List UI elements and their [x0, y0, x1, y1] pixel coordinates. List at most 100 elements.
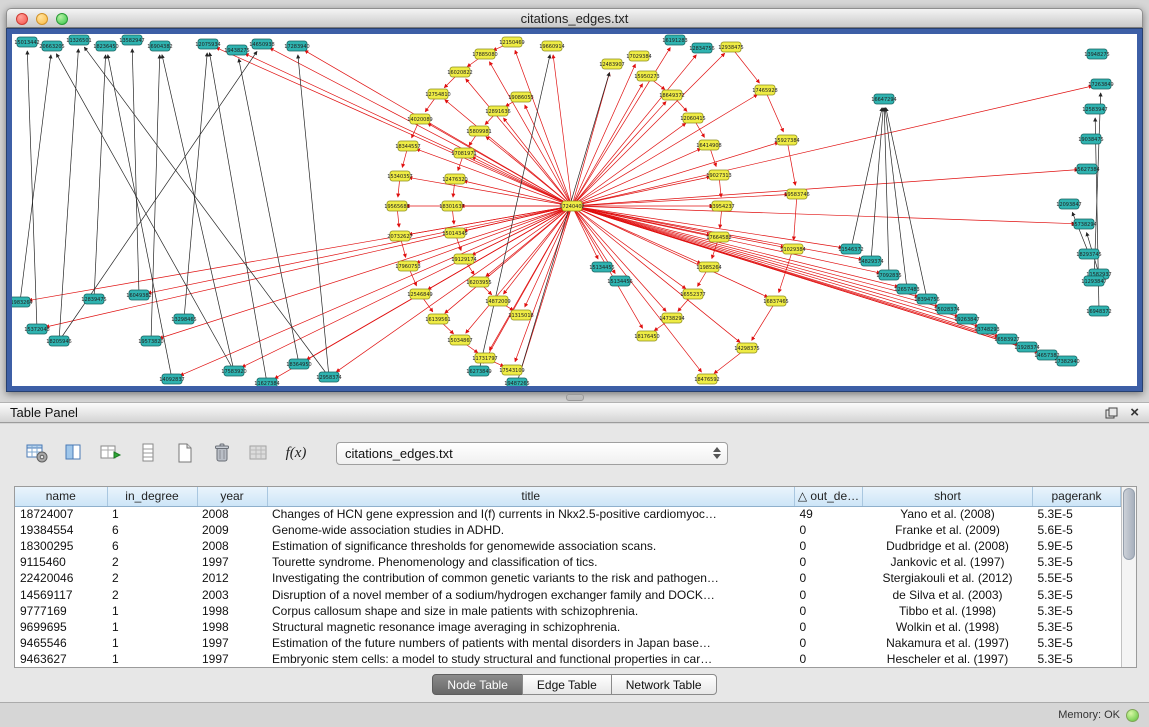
graph-node[interactable]: 11928374 [1014, 342, 1039, 352]
scrollbar-thumb[interactable] [1123, 488, 1135, 560]
graph-node[interactable]: 13954237 [709, 201, 734, 211]
graph-node[interactable]: 15028374 [934, 304, 959, 314]
graph-node[interactable]: 13582947 [119, 35, 144, 45]
tab-node-table[interactable]: Node Table [432, 674, 523, 695]
graph-node[interactable]: 20732627 [387, 231, 412, 241]
graph-node[interactable]: 15927384 [774, 135, 799, 145]
graph-node[interactable]: 18293745 [1076, 249, 1101, 259]
table-settings-icon[interactable] [24, 441, 50, 465]
table-row[interactable]: 969969511998Structural magnetic resonanc… [15, 619, 1121, 635]
graph-node[interactable]: 15013442 [14, 37, 39, 47]
graph-node[interactable]: 14020089 [407, 114, 432, 124]
graph-node[interactable]: 15034867 [447, 335, 472, 345]
graph-node[interactable]: 12754810 [425, 89, 450, 99]
graph-node[interactable]: 19129174 [451, 254, 476, 264]
graph-node[interactable]: 16020822 [447, 67, 472, 77]
graph-node[interactable]: 16837465 [763, 296, 788, 306]
graph-node[interactable]: 17583920 [221, 366, 246, 376]
graph-node[interactable]: 18344557 [395, 141, 420, 151]
graph-node[interactable]: 18364950 [286, 359, 311, 369]
graph-node[interactable]: 14298375 [734, 343, 759, 353]
graph-node[interactable]: 15134455 [589, 262, 614, 272]
network-canvas[interactable]: 1724040212150469178850801602082212754810… [12, 34, 1137, 386]
graph-node[interactable]: 17885080 [472, 49, 497, 59]
graph-node[interactable]: 11731797 [472, 353, 497, 363]
column-header-6[interactable]: pagerank [1033, 487, 1121, 506]
graph-node[interactable]: 17960753 [395, 261, 420, 271]
graph-node[interactable]: 17263849 [1088, 79, 1113, 89]
graph-node[interactable]: 11546372 [838, 244, 863, 254]
graph-node[interactable]: 15950273 [634, 71, 659, 81]
graph-node[interactable]: 12150469 [499, 37, 524, 47]
column-header-1[interactable]: in_degree [107, 487, 197, 506]
table-row[interactable]: 1938455462009Genome-wide association stu… [15, 522, 1121, 538]
graph-node[interactable]: 16191283 [662, 35, 687, 45]
column-header-4[interactable]: △ out_de… [795, 487, 863, 506]
graph-node[interactable]: 19565683 [384, 201, 409, 211]
graph-node[interactable]: 18649372 [659, 90, 684, 100]
graph-node[interactable]: 15809981 [466, 126, 491, 136]
graph-node[interactable]: 15340357 [387, 171, 412, 181]
graph-node[interactable]: 19487265 [504, 378, 529, 386]
graph-node[interactable]: 17382940 [1054, 356, 1079, 366]
graph-node[interactable]: 17092835 [876, 270, 901, 280]
graph-node[interactable]: 11029384 [780, 244, 805, 254]
delete-icon[interactable] [209, 441, 235, 465]
graph-node[interactable]: 13298465 [171, 314, 196, 324]
graph-node[interactable]: 18394756 [914, 294, 939, 304]
graph-node[interactable]: 17081971 [451, 148, 476, 158]
graph-node[interactable]: 17465928 [752, 85, 777, 95]
graph-node[interactable]: 15014345 [442, 228, 467, 238]
column-header-2[interactable]: year [197, 487, 267, 506]
graph-node[interactable]: 15372048 [24, 324, 49, 334]
graph-node[interactable]: 12958374 [316, 372, 341, 382]
graph-node[interactable]: 17283940 [284, 41, 309, 51]
graph-node[interactable]: 18205946 [46, 336, 71, 346]
rows-icon[interactable] [135, 441, 161, 465]
graph-node[interactable]: 16647294 [871, 94, 896, 104]
graph-node[interactable]: 14829374 [858, 256, 883, 266]
graph-node[interactable]: 16139561 [425, 314, 450, 324]
column-header-0[interactable]: name [15, 487, 107, 506]
columns-icon[interactable] [61, 441, 87, 465]
graph-node[interactable]: 12093847 [1056, 199, 1081, 209]
graph-node[interactable]: 15627384 [1074, 164, 1099, 174]
graph-node[interactable]: 14872009 [485, 296, 510, 306]
graph-node[interactable]: 16904382 [147, 41, 172, 51]
window-titlebar[interactable]: citations_edges.txt [6, 8, 1143, 28]
graph-node[interactable]: 19583746 [784, 189, 809, 199]
graph-node[interactable]: 11627384 [254, 378, 279, 386]
graph-node[interactable]: 19263847 [954, 314, 979, 324]
graph-node[interactable]: 12075934 [195, 39, 220, 49]
graph-node[interactable]: 18476592 [694, 374, 719, 384]
import-table-icon[interactable] [98, 441, 124, 465]
graph-node[interactable]: 14738294 [659, 313, 684, 323]
table-select[interactable]: citations_edges.txt [336, 442, 728, 465]
graph-node[interactable]: 17664582 [706, 232, 731, 242]
graph-node[interactable]: 18236450 [93, 41, 118, 51]
graph-node[interactable]: 12060415 [680, 113, 705, 123]
close-window-button[interactable] [16, 13, 28, 25]
graph-node[interactable]: 17543109 [499, 365, 524, 375]
minimize-window-button[interactable] [36, 13, 48, 25]
function-icon[interactable]: f(x) [283, 441, 309, 465]
graph-node[interactable]: 13748293 [974, 324, 999, 334]
graph-node[interactable]: 20663205 [39, 41, 64, 51]
table-row[interactable]: 2242004622012Investigating the contribut… [15, 570, 1121, 586]
graph-node[interactable]: 17029384 [626, 51, 651, 61]
graph-node[interactable]: 19573820 [138, 336, 163, 346]
graph-node[interactable]: 16049382 [126, 290, 151, 300]
column-header-5[interactable]: short [863, 487, 1033, 506]
tab-edge-table[interactable]: Edge Table [522, 674, 612, 695]
graph-node[interactable]: 15134456 [607, 276, 632, 286]
table-row[interactable]: 1872400712008Changes of HCN gene express… [15, 506, 1121, 522]
graph-node[interactable]: 16583927 [994, 334, 1019, 344]
graph-node[interactable]: 14650938 [249, 39, 274, 49]
graph-node[interactable]: 16414908 [696, 140, 721, 150]
graph-node[interactable]: 19038475 [1078, 134, 1103, 144]
graph-node[interactable]: 13948275 [1084, 49, 1109, 59]
zoom-window-button[interactable] [56, 13, 68, 25]
table-row[interactable]: 946362711997Embryonic stem cells: a mode… [15, 651, 1121, 667]
table-row[interactable]: 1456911722003Disruption of a novel membe… [15, 586, 1121, 602]
graph-node[interactable]: 12546849 [407, 289, 432, 299]
